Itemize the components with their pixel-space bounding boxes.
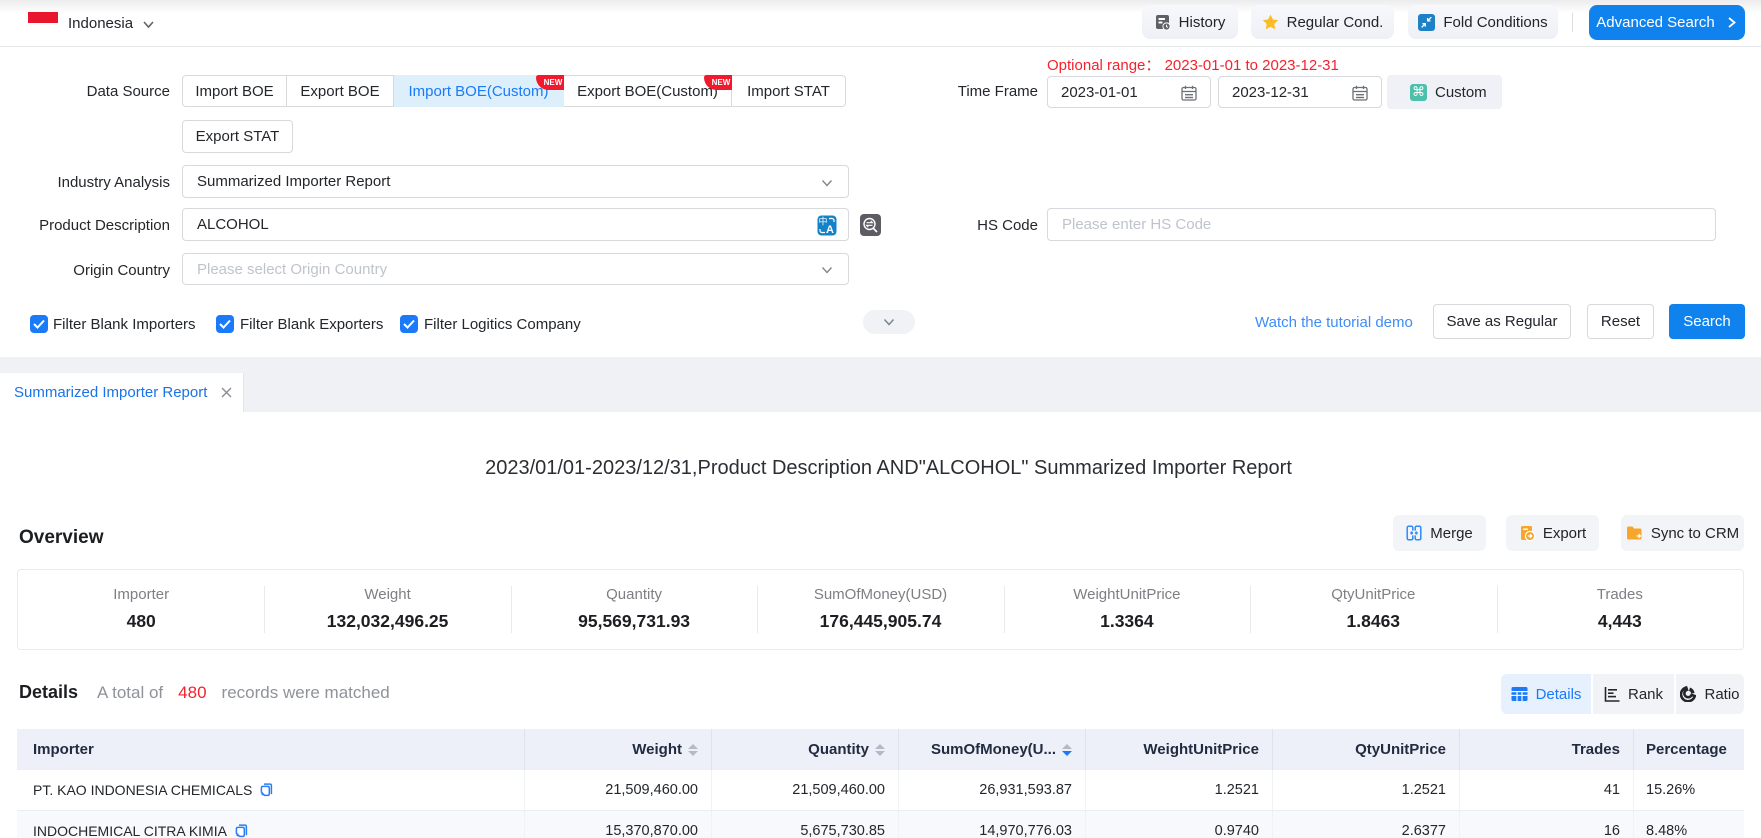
- svg-text:A: A: [826, 224, 834, 236]
